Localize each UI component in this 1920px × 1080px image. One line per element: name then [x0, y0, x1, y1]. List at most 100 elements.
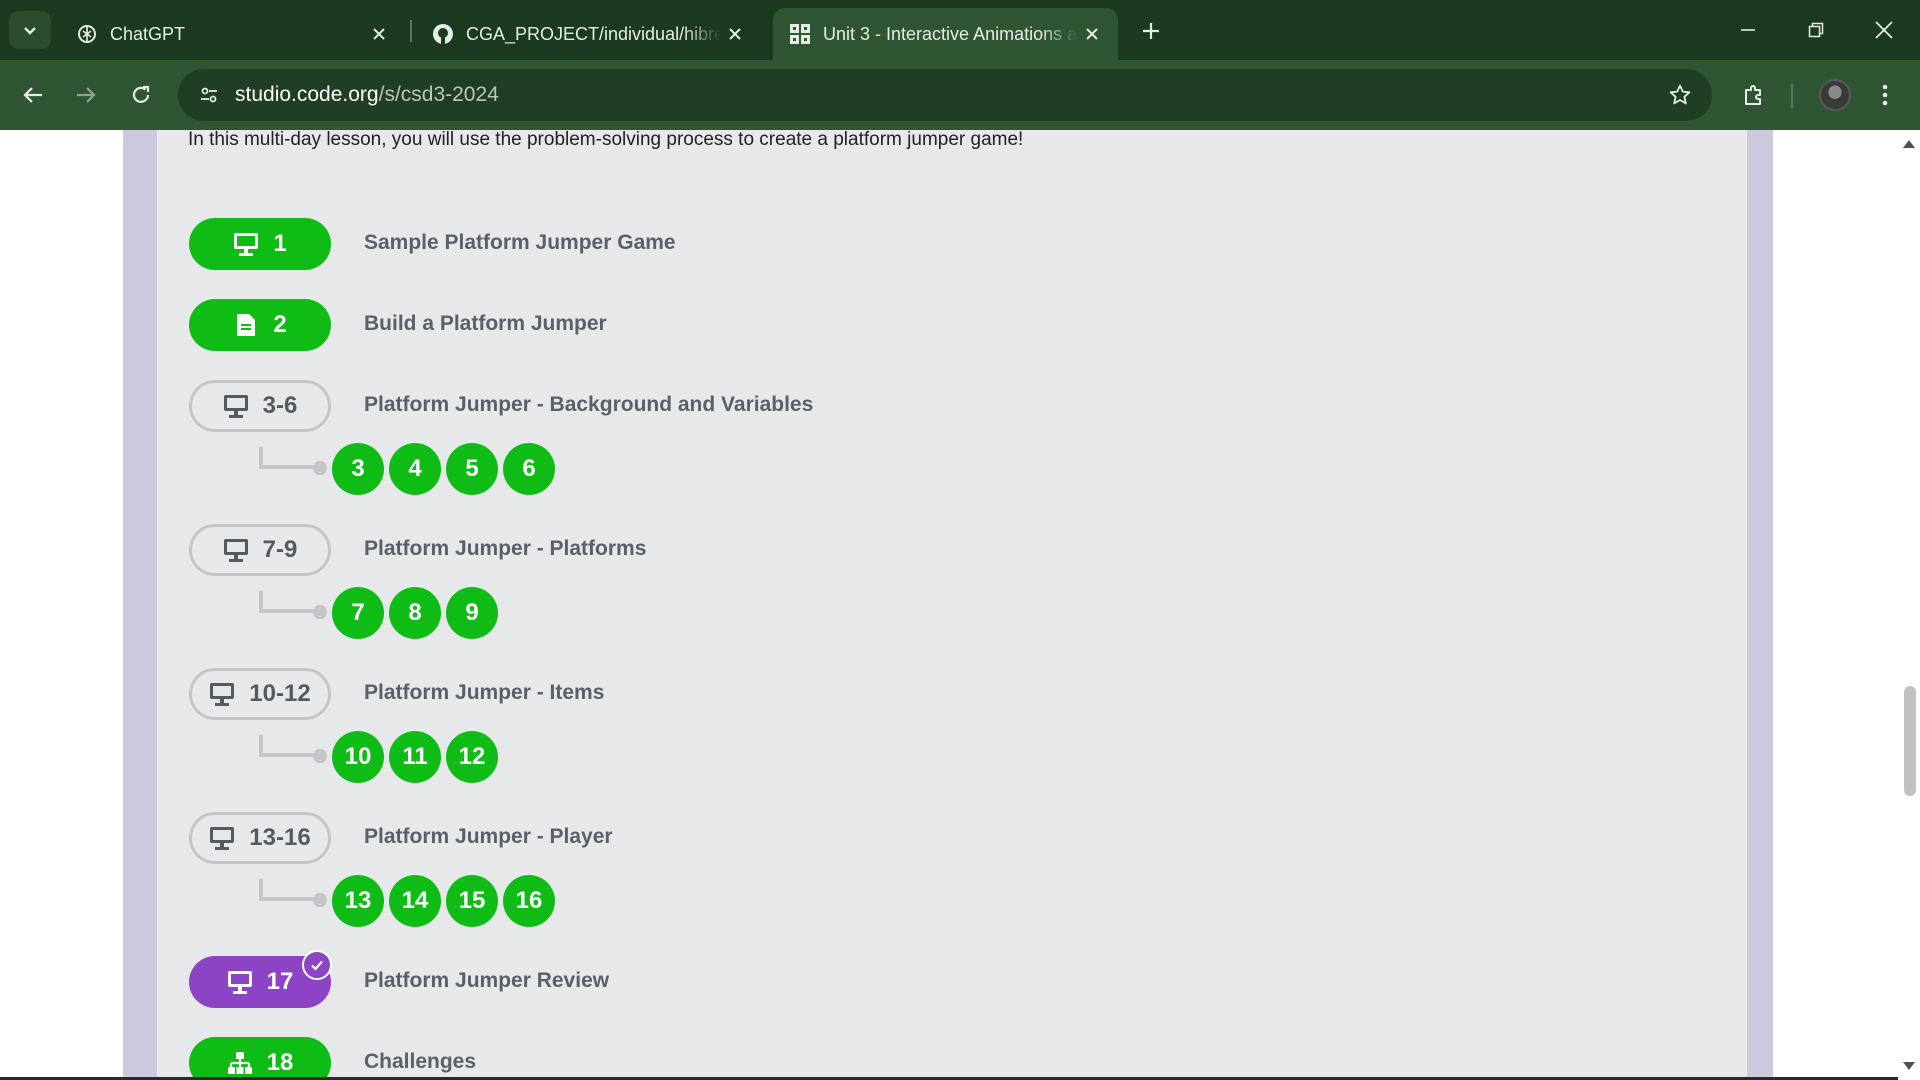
restore-icon [1808, 22, 1824, 38]
level-bubble[interactable]: 11 [389, 731, 441, 783]
minimize-icon [1741, 29, 1755, 31]
restore-button[interactable] [1782, 0, 1850, 60]
level-bubble[interactable]: 3 [332, 443, 384, 495]
page-viewport: In this multi-day lesson, you will use t… [0, 130, 1898, 1080]
code-org-icon [789, 23, 811, 45]
level-bubble[interactable]: 5 [446, 443, 498, 495]
forward-button[interactable] [65, 74, 107, 116]
tab-code-org[interactable]: Unit 3 - Interactive Animations and Game… [773, 8, 1118, 60]
level-number: 3-6 [262, 392, 298, 419]
document-icon [233, 313, 259, 337]
level-pill[interactable]: 7-9 [189, 524, 331, 576]
lesson-item-13-16[interactable]: 13-16 Platform Jumper - Player [189, 812, 1589, 864]
address-bar[interactable]: studio.code.org/s/csd3-2024 [178, 69, 1712, 121]
lesson-item-3-6[interactable]: 3-6 Platform Jumper - Background and Var… [189, 380, 1589, 432]
checkmark-icon [302, 950, 332, 980]
toolbar-divider [1791, 84, 1793, 108]
profile-avatar[interactable] [1819, 79, 1851, 111]
level-bubble[interactable]: 16 [503, 875, 555, 927]
level-number: 10-12 [249, 680, 311, 707]
level-pill[interactable]: 10-12 [189, 668, 331, 720]
level-bubble[interactable]: 10 [332, 731, 384, 783]
scroll-down-arrow-icon[interactable] [1903, 1062, 1915, 1070]
level-bubble[interactable]: 9 [446, 587, 498, 639]
level-bubbles-13-16: 13 14 15 16 [189, 875, 789, 927]
lesson-item-18[interactable]: 18 Challenges [189, 1037, 1589, 1080]
reload-button[interactable] [120, 74, 162, 116]
openai-icon [76, 23, 98, 45]
level-pill[interactable]: 18 [189, 1037, 331, 1080]
level-bubble[interactable]: 8 [389, 587, 441, 639]
lesson-item-title[interactable]: Platform Jumper - Platforms [364, 537, 646, 561]
scroll-up-arrow-icon[interactable] [1903, 140, 1915, 148]
computer-icon [223, 394, 249, 418]
lesson-item-1[interactable]: 1 Sample Platform Jumper Game [189, 218, 1589, 270]
chevron-down-icon [24, 27, 36, 35]
close-window-button[interactable] [1850, 0, 1918, 60]
tab-search-button[interactable] [9, 11, 51, 49]
minimize-button[interactable] [1714, 0, 1782, 60]
lesson-item-10-12[interactable]: 10-12 Platform Jumper - Items [189, 668, 1589, 720]
site-settings-icon[interactable] [192, 78, 226, 112]
close-tab-icon[interactable] [721, 20, 749, 48]
level-bubble[interactable]: 6 [503, 443, 555, 495]
level-bubble[interactable]: 12 [446, 731, 498, 783]
tab-github[interactable]: CGA_PROJECT/individual/hibret [416, 8, 761, 60]
tab-title: Unit 3 - Interactive Animations and Game… [823, 23, 1078, 44]
level-pill[interactable]: 1 [189, 218, 331, 270]
browser-menu-button[interactable] [1864, 74, 1906, 116]
lesson-item-title[interactable]: Build a Platform Jumper [364, 312, 607, 336]
level-bubble[interactable]: 15 [446, 875, 498, 927]
url-host: studio.code.org [235, 83, 379, 106]
computer-icon [209, 682, 235, 706]
close-icon [1875, 21, 1893, 39]
scrollbar-thumb[interactable] [1904, 686, 1916, 796]
tab-divider [410, 20, 412, 42]
connector-line [259, 879, 317, 901]
level-bubble[interactable]: 4 [389, 443, 441, 495]
more-vertical-icon [1882, 84, 1888, 106]
page-scrollbar[interactable] [1898, 130, 1920, 1080]
lesson-frame: In this multi-day lesson, you will use t… [123, 130, 1773, 1080]
lesson-item-17[interactable]: 17 Platform Jumper Review [189, 950, 1589, 1008]
level-pill[interactable]: 2 [189, 299, 331, 351]
level-bubble[interactable]: 7 [332, 587, 384, 639]
level-number: 7-9 [262, 536, 298, 563]
level-number: 13-16 [249, 824, 311, 851]
tab-chatgpt[interactable]: ChatGPT [60, 8, 405, 60]
lesson-item-title[interactable]: Platform Jumper - Player [364, 825, 613, 849]
computer-icon [223, 538, 249, 562]
github-icon [432, 23, 454, 45]
back-button[interactable] [12, 74, 54, 116]
computer-icon [209, 826, 235, 850]
level-bubble[interactable]: 14 [389, 875, 441, 927]
url-text[interactable]: studio.code.org/s/csd3-2024 [235, 83, 499, 107]
connector-dot [313, 893, 327, 907]
plus-icon [1143, 23, 1159, 39]
lesson-item-2[interactable]: 2 Build a Platform Jumper [189, 299, 1589, 351]
browser-toolbar: studio.code.org/s/csd3-2024 [0, 60, 1920, 130]
level-pill[interactable]: 13-16 [189, 812, 331, 864]
computer-icon [233, 232, 259, 256]
close-tab-icon[interactable] [365, 20, 393, 48]
lesson-item-7-9[interactable]: 7-9 Platform Jumper - Platforms [189, 524, 1589, 576]
lesson-item-title[interactable]: Platform Jumper Review [364, 969, 609, 993]
bookmark-star-icon[interactable] [1666, 81, 1694, 109]
lesson-card: In this multi-day lesson, you will use t… [157, 130, 1747, 1080]
lesson-item-title[interactable]: Platform Jumper - Items [364, 681, 604, 705]
tab-title: CGA_PROJECT/individual/hibret [466, 23, 721, 44]
computer-icon [227, 970, 253, 994]
extensions-button[interactable] [1733, 74, 1775, 116]
lesson-item-title[interactable]: Challenges [364, 1050, 476, 1074]
hierarchy-icon [227, 1051, 253, 1075]
level-bubbles-3-6: 3 4 5 6 [189, 443, 789, 495]
arrow-right-icon [77, 87, 96, 103]
puzzle-icon [1745, 85, 1761, 105]
lesson-intro: In this multi-day lesson, you will use t… [188, 130, 1024, 150]
lesson-item-title[interactable]: Platform Jumper - Background and Variabl… [364, 393, 813, 417]
lesson-item-title[interactable]: Sample Platform Jumper Game [364, 231, 676, 255]
level-bubble[interactable]: 13 [332, 875, 384, 927]
level-pill[interactable]: 3-6 [189, 380, 331, 432]
close-tab-icon[interactable] [1078, 20, 1106, 48]
new-tab-button[interactable] [1133, 13, 1169, 49]
